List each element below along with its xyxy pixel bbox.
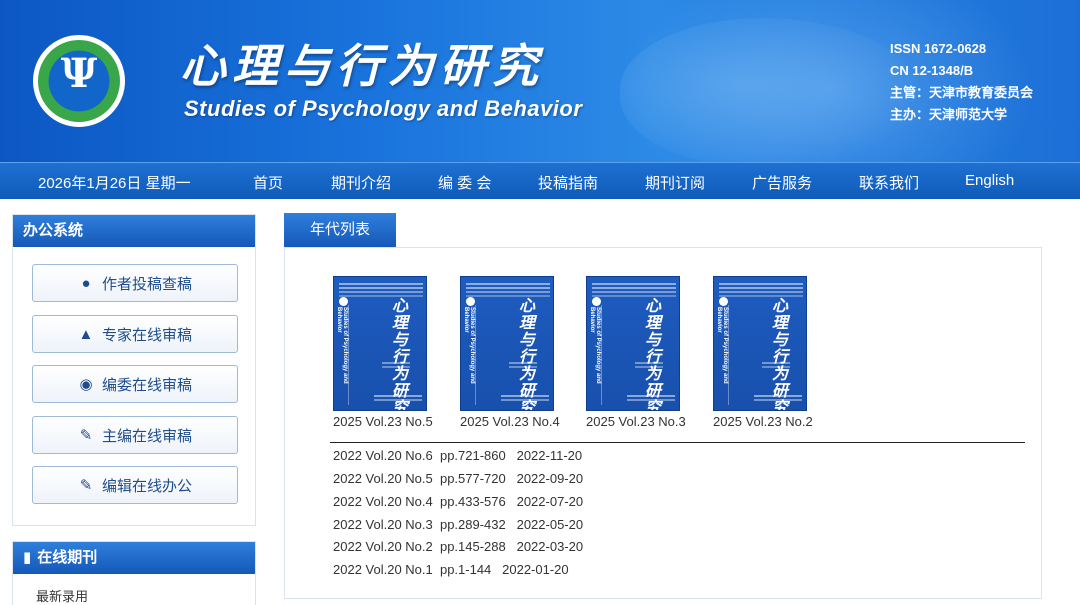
cover-label-2025-no4[interactable]: 2025 Vol.23 No.4 — [460, 414, 560, 429]
sponsor-text: 主办：天津师范大学 — [890, 107, 1008, 122]
issue-row[interactable]: 2022 Vol.20 No.6 pp.721-860 2022-11-20 — [333, 448, 582, 463]
cover-2025-no3[interactable]: 心理与行为研究 Studies of Psychology and Behavi… — [586, 276, 680, 411]
latest-accepted-link[interactable]: 最新录用 — [36, 586, 88, 605]
cover-label-2025-no5[interactable]: 2025 Vol.23 No.5 — [333, 414, 433, 429]
nav-advertising[interactable]: 广告服务 — [752, 172, 812, 193]
online-journal-panel: ▮ 在线期刊 最新录用 — [12, 541, 256, 605]
pencil-icon: ✎ — [79, 427, 93, 444]
chief-editor-review-label: 主编在线审稿 — [101, 427, 192, 445]
book-icon: ▮ — [23, 549, 32, 566]
cover-title-en: Studies of Psychology and Behavior — [336, 307, 348, 384]
cover-footer-lines — [374, 395, 422, 397]
nav-submission-guide[interactable]: 投稿指南 — [538, 172, 598, 193]
cover-title-cn: 心理与行为研究 — [645, 296, 662, 411]
board-review-label: 编委在线审稿 — [101, 376, 192, 394]
cover-header-lines — [592, 283, 676, 285]
cover-header-lines — [339, 283, 423, 285]
issue-row[interactable]: 2022 Vol.20 No.4 pp.433-576 2022-07-20 — [333, 494, 583, 509]
cover-2025-no4[interactable]: 心理与行为研究 Studies of Psychology and Behavi… — [460, 276, 554, 411]
expert-review-button[interactable]: ▲ 专家在线审稿 — [32, 315, 238, 353]
cover-title-cn: 心理与行为研究 — [772, 296, 789, 411]
editor-office-button[interactable]: ✎ 编辑在线办公 — [32, 466, 238, 504]
cover-divider — [348, 305, 349, 405]
nav-journal-intro[interactable]: 期刊介绍 — [331, 172, 391, 193]
author-submission-label: 作者投稿查稿 — [101, 275, 192, 293]
supervisor-text: 主管：天津市教育委员会 — [890, 85, 1034, 100]
cover-title-cn: 心理与行为研究 — [392, 296, 409, 411]
nav-contact[interactable]: 联系我们 — [859, 172, 919, 193]
cover-issue-lines — [509, 362, 537, 364]
author-submission-button[interactable]: ● 作者投稿查稿 — [32, 264, 238, 302]
issue-row[interactable]: 2022 Vol.20 No.1 pp.1-144 2022-01-20 — [333, 562, 569, 577]
cover-title-en: Studies of Psychology and Behavior — [463, 307, 475, 384]
online-journal-title: 在线期刊 — [37, 549, 98, 566]
edit-square-icon: ✎ — [79, 477, 93, 494]
journal-info: ISSN 1672-0628 CN 12-1348/B 主管：天津市教育委员会 … — [890, 38, 1033, 126]
cover-logo — [719, 297, 728, 306]
tab-year-list[interactable]: 年代列表 — [284, 213, 396, 247]
board-review-button[interactable]: ◉ 编委在线审稿 — [32, 365, 238, 403]
cover-title-en: Studies of Psychology and Behavior — [716, 307, 728, 384]
cover-divider — [475, 305, 476, 405]
cover-divider — [601, 305, 602, 405]
psi-icon: Ψ — [60, 50, 98, 97]
cover-footer-lines — [627, 395, 675, 397]
cover-issue-lines — [635, 362, 663, 364]
cover-logo — [466, 297, 475, 306]
nav-english[interactable]: English — [965, 172, 1014, 189]
cover-divider — [728, 305, 729, 405]
cover-title-en: Studies of Psychology and Behavior — [589, 307, 601, 384]
user-icon: ● — [81, 274, 91, 292]
journal-logo: Ψ — [33, 35, 125, 127]
issue-row[interactable]: 2022 Vol.20 No.3 pp.289-432 2022-05-20 — [333, 517, 583, 532]
cover-logo — [339, 297, 348, 306]
journal-title-cn: 心理与行为研究 — [180, 39, 544, 93]
cover-title-cn: 心理与行为研究 — [519, 296, 536, 411]
current-date: 2026年1月26日 星期一 — [38, 175, 191, 192]
expert-review-label: 专家在线审稿 — [101, 326, 192, 344]
office-system-title: 办公系统 — [13, 215, 255, 247]
office-system-panel: 办公系统 ● 作者投稿查稿 ▲ 专家在线审稿 ◉ 编委在线审稿 ✎ 主编在线审稿… — [12, 214, 256, 526]
nav-subscription[interactable]: 期刊订阅 — [645, 172, 705, 193]
nav-editorial-board[interactable]: 编 委 会 — [438, 172, 491, 193]
cover-issue-lines — [382, 362, 410, 364]
nav-home[interactable]: 首页 — [253, 172, 283, 193]
header-banner: Ψ 心理与行为研究 Studies of Psychology and Beha… — [0, 0, 1080, 162]
cover-header-lines — [719, 283, 803, 285]
cover-label-2025-no2[interactable]: 2025 Vol.23 No.2 — [713, 414, 813, 429]
section-divider — [330, 442, 1025, 443]
online-journal-header: ▮ 在线期刊 — [13, 542, 255, 574]
cover-header-lines — [466, 283, 550, 285]
cover-footer-lines — [754, 395, 802, 397]
issn-text: ISSN 1672-0628 — [890, 41, 987, 56]
journal-title-en: Studies of Psychology and Behavior — [184, 96, 583, 121]
cn-text: CN 12-1348/B — [890, 63, 974, 78]
chief-editor-review-button[interactable]: ✎ 主编在线审稿 — [32, 416, 238, 454]
eye-icon: ◉ — [79, 376, 93, 393]
editor-office-label: 编辑在线办公 — [101, 477, 192, 495]
issue-row[interactable]: 2022 Vol.20 No.5 pp.577-720 2022-09-20 — [333, 471, 583, 486]
main-nav: 2026年1月26日 星期一 首页 期刊介绍 编 委 会 投稿指南 期刊订阅 广… — [0, 162, 1080, 199]
cover-footer-lines — [501, 395, 549, 397]
cover-label-2025-no3[interactable]: 2025 Vol.23 No.3 — [586, 414, 686, 429]
cover-logo — [592, 297, 601, 306]
cover-2025-no5[interactable]: 心理与行为研究 Studies of Psychology and Behavi… — [333, 276, 427, 411]
cover-issue-lines — [762, 362, 790, 364]
cover-2025-no2[interactable]: 心理与行为研究 Studies of Psychology and Behavi… — [713, 276, 807, 411]
issue-row[interactable]: 2022 Vol.20 No.2 pp.145-288 2022-03-20 — [333, 539, 583, 554]
graduation-cap-icon: ▲ — [78, 325, 94, 343]
